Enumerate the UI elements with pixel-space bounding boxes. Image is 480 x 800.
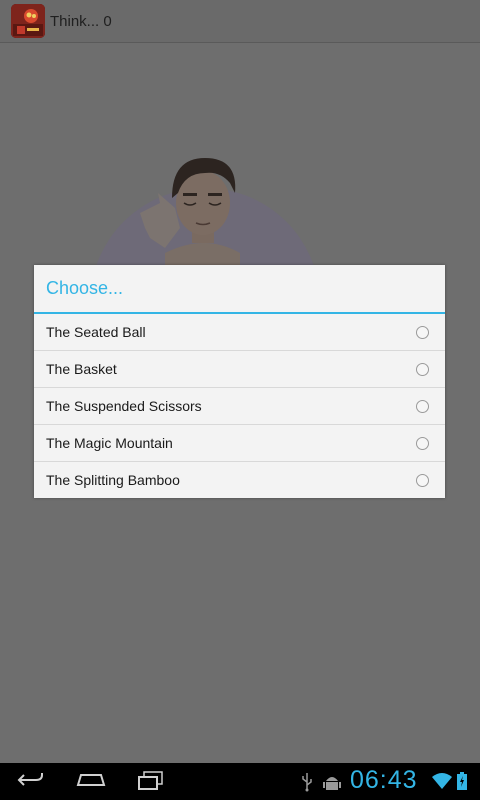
option-label: The Seated Ball [46,324,146,340]
option-label: The Splitting Bamboo [46,472,180,488]
back-icon[interactable] [16,769,46,791]
dialog-title: Choose... [34,265,445,314]
app-title: Think... 0 [50,12,112,30]
option-label: The Magic Mountain [46,435,173,451]
app-bar: Think... 0 [0,0,480,43]
battery-charging-icon [457,772,467,790]
system-bar: 06:43 [0,763,480,800]
option-suspended-scissors[interactable]: The Suspended Scissors [34,388,445,425]
app-logo-icon[interactable] [11,4,45,38]
usb-icon [302,773,312,792]
radio-button[interactable] [416,436,429,450]
option-basket[interactable]: The Basket [34,351,445,388]
android-debug-icon [323,777,341,790]
recent-apps-icon[interactable] [136,769,166,791]
radio-button[interactable] [416,399,429,413]
option-label: The Suspended Scissors [46,398,202,414]
option-splitting-bamboo[interactable]: The Splitting Bamboo [34,462,445,498]
wifi-icon [432,773,452,789]
clock: 06:43 [350,766,418,794]
option-label: The Basket [46,361,117,377]
radio-button[interactable] [416,473,429,487]
home-icon[interactable] [75,769,107,791]
choose-dialog: Choose... The Seated Ball The Basket The… [34,265,445,498]
radio-button[interactable] [416,325,429,339]
radio-button[interactable] [416,362,429,376]
option-magic-mountain[interactable]: The Magic Mountain [34,425,445,462]
option-seated-ball[interactable]: The Seated Ball [34,314,445,351]
